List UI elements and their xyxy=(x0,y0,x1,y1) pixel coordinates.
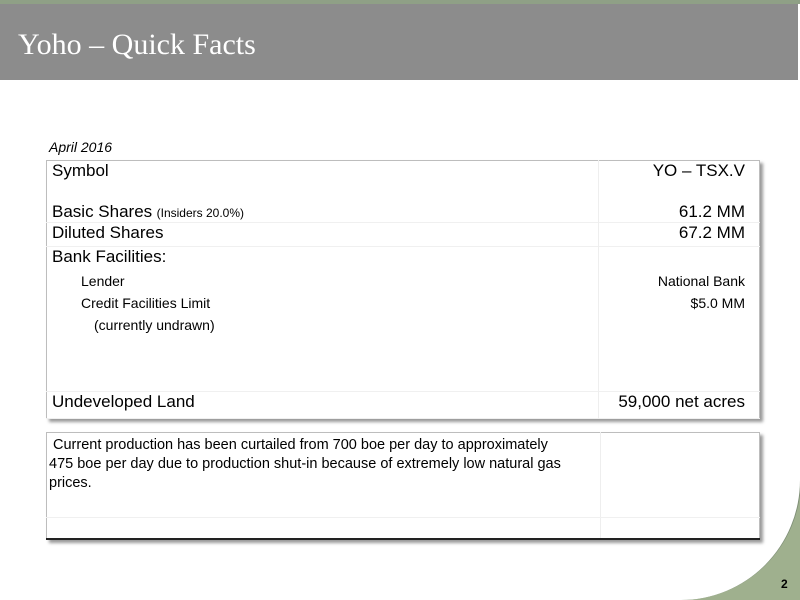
symbol-label: Symbol xyxy=(52,161,109,180)
undeveloped-land-label: Undeveloped Land xyxy=(52,392,195,411)
production-note: Current production has been curtailed fr… xyxy=(48,434,599,493)
credit-limit-value: $5.0 MM xyxy=(690,295,745,311)
basic-shares-label: Basic Shares xyxy=(52,202,153,221)
currently-undrawn-note: (currently undrawn) xyxy=(94,317,215,333)
note-line-2: 475 boe per day due to production shut-i… xyxy=(49,456,561,472)
page-title: Yoho – Quick Facts xyxy=(18,28,256,61)
undeveloped-land-value: 59,000 net acres xyxy=(618,392,745,411)
table-row: Diluted Shares 67.2 MM xyxy=(46,222,760,247)
diluted-shares-label: Diluted Shares xyxy=(52,223,164,242)
page-number: 2 xyxy=(781,577,788,591)
lender-value: National Bank xyxy=(657,273,745,289)
slide: Yoho – Quick Facts April 2016 Symbol Bas… xyxy=(0,0,800,600)
table-row: Current production has been curtailed fr… xyxy=(46,432,760,518)
table-row: Undeveloped Land 59,000 net acres xyxy=(46,391,760,419)
diluted-shares-value: 67.2 MM xyxy=(678,223,745,242)
table-row: Symbol Basic Shares (Insiders 20.0%) YO … xyxy=(46,160,760,223)
table-row: Bank Facilities: Lender Credit Facilitie… xyxy=(46,246,760,392)
quick-facts-table: Symbol Basic Shares (Insiders 20.0%) YO … xyxy=(46,160,760,419)
bank-facilities-label: Bank Facilities: xyxy=(52,247,167,266)
title-bar: Yoho – Quick Facts xyxy=(0,4,798,80)
symbol-value: YO – TSX.V xyxy=(652,161,745,180)
lender-label: Lender xyxy=(81,273,125,289)
report-date: April 2016 xyxy=(49,139,113,155)
note-line-1: Current production has been curtailed fr… xyxy=(53,437,548,453)
production-note-table: Current production has been curtailed fr… xyxy=(46,432,760,540)
note-line-3: prices. xyxy=(49,475,92,491)
credit-limit-label: Credit Facilities Limit xyxy=(81,295,211,311)
insiders-note: (Insiders 20.0%) xyxy=(156,206,244,220)
table-row xyxy=(46,517,760,539)
basic-shares-value: 61.2 MM xyxy=(678,202,745,221)
